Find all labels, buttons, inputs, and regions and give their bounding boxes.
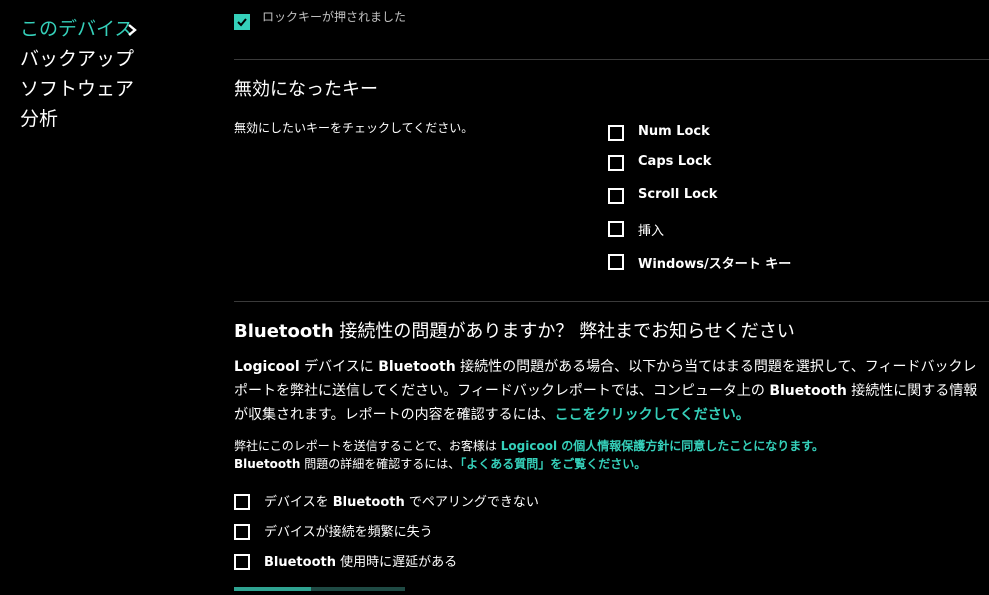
lock-key-label: ロックキーが押されました (262, 10, 407, 24)
sidebar: このデバイス バックアップ ソフトウェア 分析 (0, 0, 220, 595)
caps-lock-checkbox[interactable] (608, 155, 624, 171)
divider (234, 59, 989, 60)
sidebar-item-this-device[interactable]: このデバイス (20, 17, 133, 41)
num-lock-label[interactable]: Num Lock (638, 124, 710, 139)
issue-disconnect-checkbox[interactable] (234, 524, 250, 540)
note-text: 問題の詳細を確認するには、 (300, 457, 461, 471)
sidebar-item-software[interactable]: ソフトウェア (20, 77, 134, 101)
scroll-lock-checkbox[interactable] (608, 188, 624, 204)
privacy-policy-link[interactable]: Logicool の個人情報保護方針に同意したことになります。 (501, 439, 824, 453)
progress-fill (234, 587, 311, 591)
windows-key-checkbox[interactable] (608, 254, 624, 270)
faq-link[interactable]: 「よくある質問」をご覧ください。 (460, 457, 646, 471)
divider (234, 301, 989, 302)
windows-key-label[interactable]: Windows/スタート キー (638, 253, 791, 272)
bluetooth-text: Bluetooth (332, 495, 405, 510)
faq-note: Bluetooth 問題の詳細を確認するには、「よくある質問」をご覧ください。 (234, 455, 979, 473)
caps-lock-label[interactable]: Caps Lock (638, 154, 711, 169)
num-lock-checkbox[interactable] (608, 125, 624, 141)
issue-text: でペアリングできない (404, 495, 539, 510)
issue-pairing-label[interactable]: デバイスを Bluetooth でペアリングできない (264, 491, 539, 510)
lock-key-checkbox[interactable] (234, 14, 250, 30)
brand-text: Logicool (234, 359, 300, 375)
sidebar-item-backup[interactable]: バックアップ (20, 47, 134, 71)
bluetooth-text: Bluetooth (264, 555, 336, 570)
scroll-lock-label[interactable]: Scroll Lock (638, 187, 717, 202)
issue-text: デバイスが接続を頻繁に失う (264, 525, 433, 540)
issue-disconnect-label[interactable]: デバイスが接続を頻繁に失う (264, 521, 433, 540)
privacy-note: 弊社にこのレポートを送信することで、お客様は Logicool の個人情報保護方… (234, 437, 979, 455)
bluetooth-title-brand: Bluetooth (234, 321, 334, 342)
issue-text: 使用時に遅延がある (335, 555, 458, 570)
issue-latency-label[interactable]: Bluetooth 使用時に遅延がある (264, 551, 457, 570)
sidebar-item-analytics[interactable]: 分析 (20, 107, 58, 131)
issue-pairing-checkbox[interactable] (234, 494, 250, 510)
insert-checkbox[interactable] (608, 221, 624, 237)
chevron-right-icon (128, 24, 137, 36)
insert-label[interactable]: 挿入 (638, 220, 664, 239)
progress-bar (234, 587, 405, 591)
bluetooth-text: Bluetooth (769, 383, 847, 399)
disabled-keys-description: 無効にしたいキーをチェックしてください。 (234, 121, 474, 135)
issue-text: デバイスを (264, 495, 333, 510)
bluetooth-text: Bluetooth (378, 359, 456, 375)
bluetooth-text: Bluetooth (234, 457, 301, 471)
bluetooth-title-text: 接続性の問題がありますか？ 弊社までお知らせください (333, 321, 795, 342)
bluetooth-title: Bluetooth 接続性の問題がありますか？ 弊社までお知らせください (234, 317, 795, 343)
view-report-link[interactable]: ここをクリックしてください。 (555, 407, 750, 423)
para-text: デバイスに (299, 359, 379, 375)
issue-latency-checkbox[interactable] (234, 554, 250, 570)
disabled-keys-title: 無効になったキー (234, 79, 378, 100)
note-text: 弊社にこのレポートを送信することで、お客様は (234, 439, 501, 453)
bluetooth-description: Logicool デバイスに Bluetooth 接続性の問題がある場合、以下か… (234, 355, 979, 427)
checkmark-icon (237, 18, 247, 27)
